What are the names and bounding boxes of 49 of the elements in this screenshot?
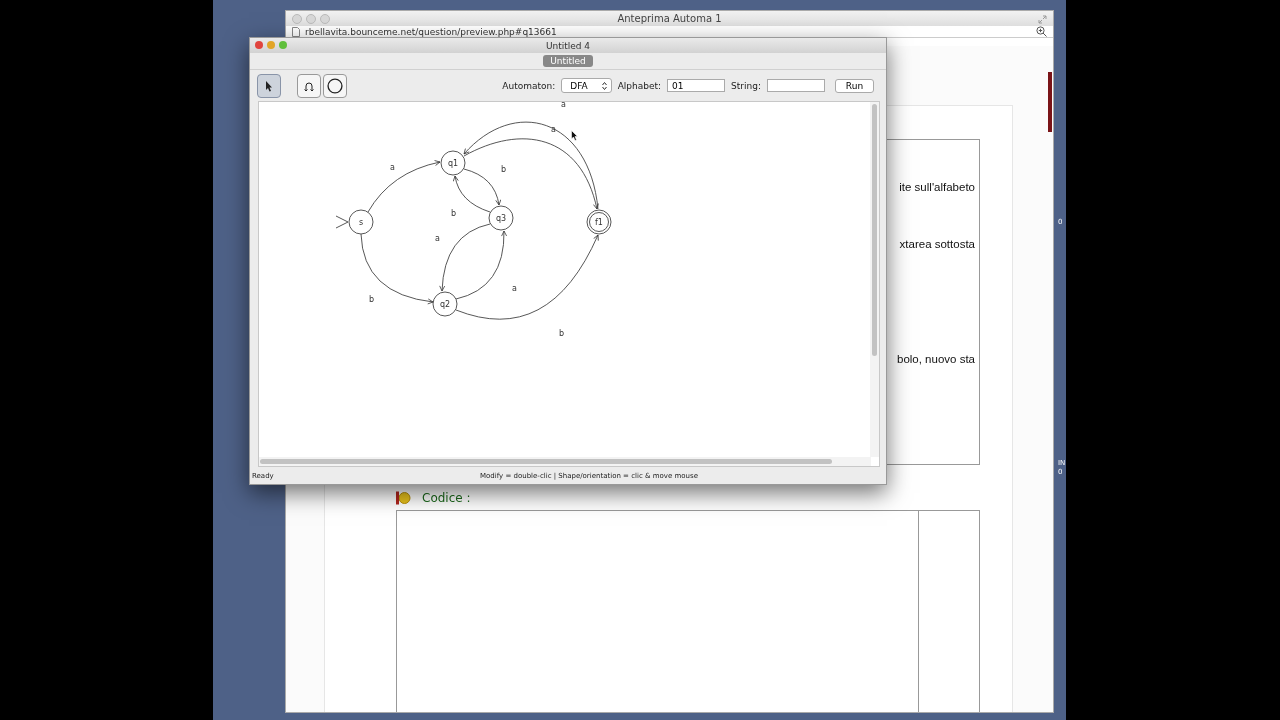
question-text: bolo, nuovo sta	[897, 352, 975, 366]
state-node[interactable]: q2	[432, 291, 458, 317]
pointer-tool-button[interactable]	[257, 73, 281, 98]
minimize-button[interactable]	[306, 14, 316, 24]
state-node[interactable]: q1	[440, 150, 466, 176]
url-text: rbellavita.bounceme.net/question/preview.php#q13661	[305, 26, 558, 37]
page-icon	[292, 26, 300, 37]
alphabet-field[interactable]: 01	[667, 79, 726, 92]
code-icon	[395, 491, 411, 505]
vertical-scrollbar[interactable]	[870, 102, 879, 457]
window-title: Anteprima Automa 1	[617, 13, 722, 24]
transition-label: b	[369, 295, 375, 304]
final-state[interactable]: f1	[586, 209, 612, 235]
scroll-marker	[1048, 72, 1052, 132]
transition-label: a	[512, 284, 517, 293]
transition-label: b	[501, 165, 507, 174]
close-button[interactable]	[292, 14, 302, 24]
string-label: String:	[731, 80, 761, 91]
question-text: ite sull'alfabeto	[899, 180, 975, 194]
pointer-icon	[263, 79, 275, 92]
zoom-button[interactable]	[320, 14, 330, 24]
zoom-button[interactable]	[279, 41, 287, 49]
alphabet-label: Alphabet:	[617, 80, 662, 91]
minimize-button[interactable]	[267, 41, 275, 49]
loop-icon	[303, 79, 315, 92]
transition-label: a	[561, 102, 566, 109]
horizontal-scrollbar[interactable]	[259, 457, 871, 466]
automaton-select[interactable]: DFA	[561, 78, 612, 93]
state-node[interactable]: s	[348, 209, 374, 235]
question-text: xtarea sottosta	[899, 237, 975, 251]
automaton-label: Automaton:	[502, 80, 556, 91]
transition-label: b	[559, 329, 565, 338]
code-label: Codice :	[422, 491, 471, 505]
cursor-icon	[571, 130, 578, 141]
transition-label: a	[551, 125, 556, 134]
transition-label: a	[390, 163, 395, 172]
state-tool-button[interactable]	[323, 73, 347, 98]
run-button[interactable]: Run	[835, 78, 874, 93]
zoom-icon[interactable]	[1036, 26, 1047, 37]
transition-label: b	[451, 209, 457, 218]
fullscreen-icon[interactable]	[1038, 15, 1047, 24]
document-tab[interactable]: Untitled	[543, 55, 593, 67]
state-node[interactable]: q3	[488, 205, 514, 231]
circle-icon	[327, 77, 343, 94]
window-title: Untitled 4	[545, 40, 591, 51]
updown-icon	[601, 81, 607, 90]
close-button[interactable]	[255, 41, 263, 49]
string-field[interactable]	[767, 79, 825, 92]
transition-label: a	[435, 234, 440, 243]
